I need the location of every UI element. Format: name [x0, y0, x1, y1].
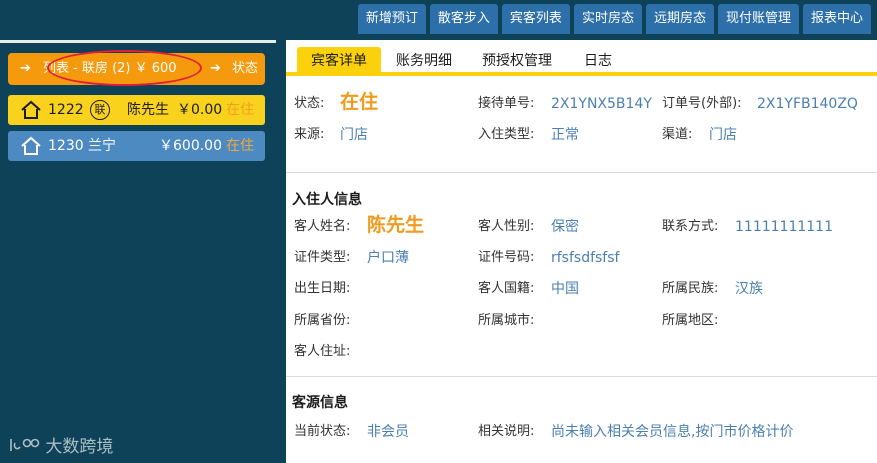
house-icon: [21, 100, 41, 119]
status-value: 在住: [340, 91, 379, 113]
guest-name-label: 客人姓名:: [294, 219, 351, 234]
nav-future-room-status[interactable]: 远期房态: [645, 4, 714, 34]
room-amount: ￥600.00: [159, 138, 222, 154]
guest-gender-label: 客人性别:: [478, 219, 535, 234]
channel-label: 渠道:: [662, 127, 693, 142]
nationality-value: 中国: [551, 281, 579, 297]
room-number: 1230: [48, 138, 84, 154]
room-state: 在住: [226, 138, 254, 154]
section-divider: [286, 172, 877, 173]
panel-divider: [0, 40, 276, 43]
room-state: 在住: [226, 102, 254, 118]
tab-account-detail[interactable]: 账务明细: [382, 47, 466, 76]
nav-cash-account[interactable]: 现付账管理: [717, 4, 799, 34]
nav-new-reservation[interactable]: 新增预订: [357, 4, 426, 34]
contact-value: 11111111111: [735, 219, 833, 235]
member-status-value: 非会员: [367, 424, 409, 440]
address-label: 客人住址:: [294, 344, 351, 359]
guest-gender-value: 保密: [551, 219, 579, 235]
id-type-label: 证件类型:: [294, 250, 351, 265]
watermark-logo-icon: [10, 438, 40, 451]
source-info-title: 客源信息: [292, 395, 348, 411]
top-bar: 新增预订 散客步入 宾客列表 实时房态 远期房态 现付账管理 报表中心: [0, 0, 877, 36]
province-label: 所属省份:: [294, 313, 351, 328]
reception-no-label: 接待单号:: [478, 96, 535, 111]
section-divider: [286, 376, 877, 377]
highlight-ellipse: [47, 50, 202, 86]
nav-guest-list[interactable]: 宾客列表: [501, 4, 570, 34]
id-no-label: 证件号码:: [478, 250, 535, 265]
tab-preauth[interactable]: 预授权管理: [468, 47, 566, 76]
member-status-label: 当前状态:: [294, 424, 351, 439]
tab-guest-detail[interactable]: 宾客详单: [297, 47, 381, 76]
guest-name-value: 陈先生: [367, 214, 425, 236]
watermark: 大数跨境: [8, 432, 113, 457]
guest-detail-panel: 宾客详单 账务明细 预授权管理 日志 状态: 在住 接待单号: 2X1YNX5B…: [286, 40, 877, 463]
nav-walk-in[interactable]: 散客步入: [429, 4, 498, 34]
detail-tabs: 宾客详单 账务明细 预授权管理 日志: [286, 40, 877, 76]
watermark-text: 大数跨境: [45, 437, 114, 457]
linked-room-badge: 联: [90, 100, 110, 120]
room-list-header-status: 状态: [232, 61, 259, 76]
room-amount: ￥0.00: [177, 102, 223, 118]
arrow-right-icon: ➔: [210, 61, 221, 76]
id-type-value: 户口薄: [367, 250, 409, 266]
checkin-type-label: 入住类型:: [478, 127, 535, 142]
tab-log[interactable]: 日志: [570, 47, 626, 76]
source-value: 门店: [340, 127, 368, 143]
channel-value: 门店: [709, 127, 737, 143]
room-number: 1222: [48, 102, 84, 118]
ethnicity-value: 汉族: [735, 281, 763, 297]
room-list-panel: ➔ 列表 - 联房 (2) ￥ 600 ➔ 状态 1222 联 陈先生 ￥0.0…: [0, 40, 276, 463]
note-label: 相关说明:: [478, 424, 535, 439]
city-label: 所属城市:: [478, 313, 535, 328]
room-guest: 陈先生: [127, 102, 169, 118]
reception-no-value: 2X1YNX5B14Y: [551, 96, 652, 112]
room-row[interactable]: 1222 联 陈先生 ￥0.00 在住: [8, 95, 265, 125]
order-no-label: 订单号(外部):: [662, 96, 742, 111]
top-nav: 新增预订 散客步入 宾客列表 实时房态 远期房态 现付账管理 报表中心: [357, 4, 871, 34]
birth-date-label: 出生日期:: [294, 281, 351, 296]
id-no-value: rfsfsdfsfsf: [551, 250, 620, 266]
nav-report-center[interactable]: 报表中心: [802, 4, 871, 34]
nationality-label: 客人国籍:: [478, 281, 535, 296]
arrow-right-icon: ➔: [20, 61, 31, 76]
checkin-type-value: 正常: [551, 127, 579, 143]
note-value: 尚未输入相关会员信息,按门市价格计价: [551, 424, 794, 440]
nav-realtime-room-status[interactable]: 实时房态: [573, 4, 642, 34]
house-icon: [21, 136, 41, 155]
guest-info-title: 入住人信息: [292, 192, 362, 208]
ethnicity-label: 所属民族:: [662, 281, 719, 296]
contact-label: 联系方式:: [662, 219, 719, 234]
room-row[interactable]: 1230 兰宁 ￥600.00 在住: [8, 131, 265, 161]
status-label: 状态:: [294, 96, 325, 111]
order-no-value: 2X1YFB140ZQ: [757, 96, 858, 112]
source-label: 来源:: [294, 127, 325, 142]
district-label: 所属地区:: [662, 313, 719, 328]
room-guest: 兰宁: [88, 138, 116, 154]
